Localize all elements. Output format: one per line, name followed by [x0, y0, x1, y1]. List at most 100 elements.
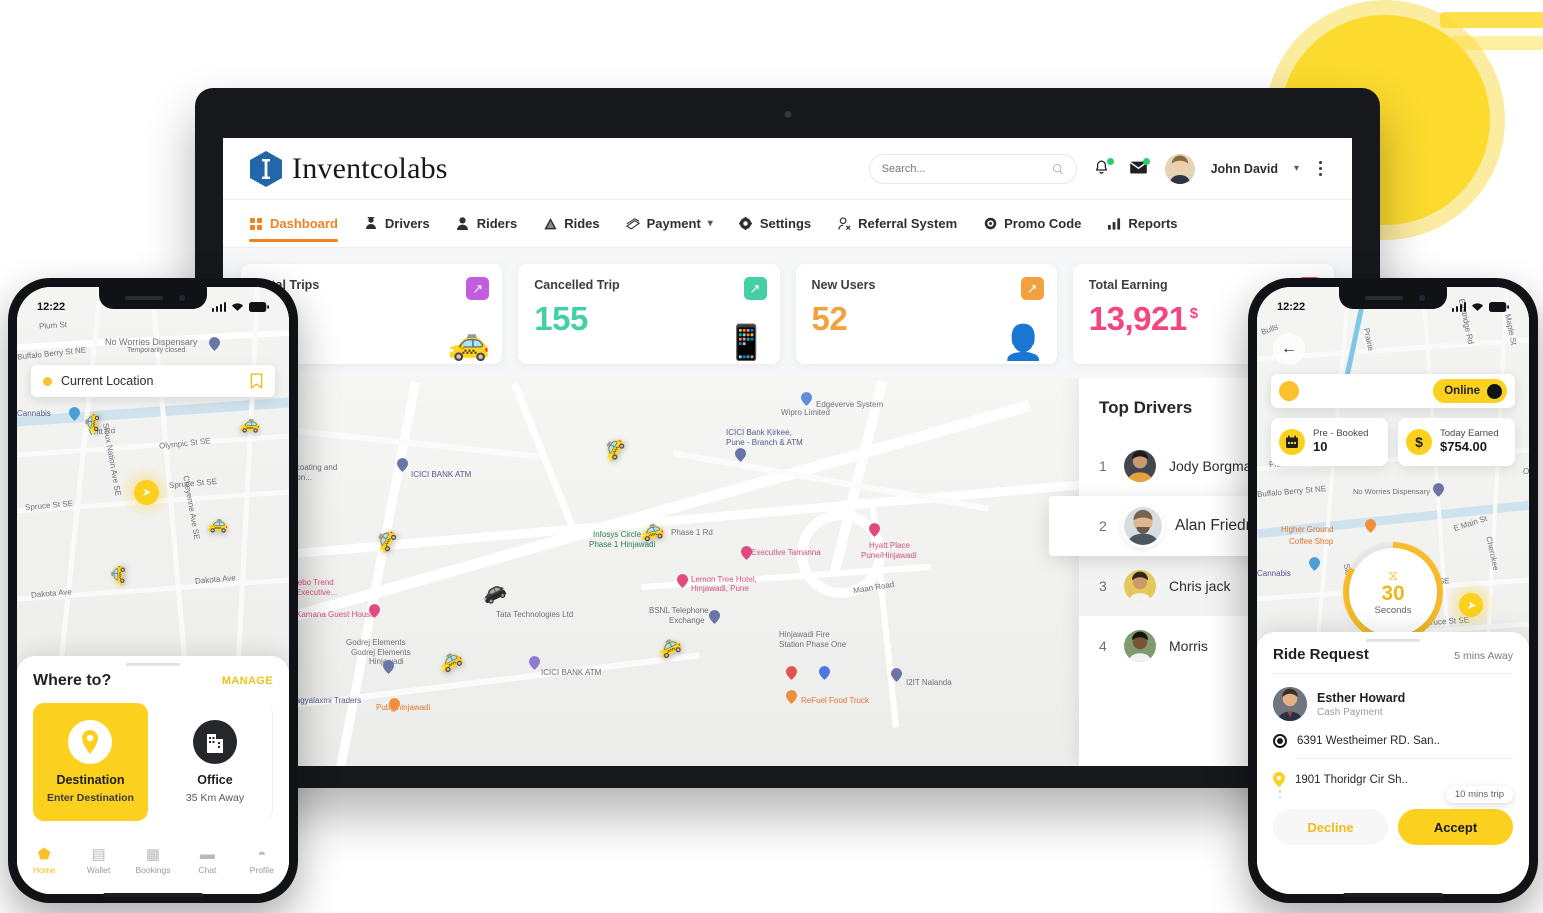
tab-label: Bookings: [135, 865, 171, 875]
map-label: Pubg hinjawadi: [376, 703, 431, 712]
map-label: Phase 1 Rd: [671, 528, 713, 537]
stat-label: Today Earned: [1440, 427, 1499, 439]
driver-stats-row: Pre - Booked 10 $ Today Earned $754.00: [1271, 418, 1515, 466]
pickup-row[interactable]: 6391 Westheimer RD. San..: [1273, 734, 1513, 748]
drag-handle[interactable]: [126, 663, 180, 666]
search-box[interactable]: [868, 153, 1077, 184]
wifi-icon: [1471, 303, 1484, 311]
driver-status-bar: Online: [1271, 374, 1515, 408]
bottom-tab-bar: ⬟ Home ▤ Wallet ▦ Bookings ▬ Chat ◓ Prof…: [17, 836, 289, 894]
map-pin-icon: [735, 448, 746, 462]
nav-item-riders[interactable]: Riders: [456, 200, 517, 248]
stat-card-title: New Users: [811, 278, 876, 292]
battery-icon: [249, 302, 269, 312]
online-toggle-label: Online: [1444, 385, 1480, 397]
tab-chat[interactable]: ▬ Chat: [183, 847, 231, 875]
stat-today-earned[interactable]: $ Today Earned $754.00: [1398, 418, 1515, 466]
user-icon: [456, 217, 470, 231]
nav-item-payment[interactable]: Payment ▾: [625, 200, 713, 248]
circle-dot-icon: [1273, 734, 1287, 748]
map-pin-icon: [709, 610, 720, 624]
driver-avatar: [1124, 630, 1156, 662]
map-pin-icon: [529, 656, 540, 670]
nav-item-settings[interactable]: Settings: [739, 200, 811, 248]
map-pin-icon: [677, 574, 688, 588]
driver-app-screen: Bulls Prairie Eastridge Rd Maple St Plum…: [1257, 287, 1529, 894]
nav-item-dashboard[interactable]: Dashboard: [249, 200, 338, 248]
user-avatar[interactable]: [1164, 153, 1195, 184]
wallet-icon: ▤: [91, 846, 106, 863]
nav-item-rides[interactable]: Rides: [543, 200, 600, 248]
map-label: Cannabis: [17, 409, 51, 418]
notification-badge: [1106, 157, 1114, 165]
stat-card-cancelled-trip[interactable]: Cancelled Trip 155 ↗ 📱: [518, 264, 780, 364]
timer-value: 30: [1381, 581, 1405, 605]
timer-unit: Seconds: [1374, 605, 1412, 617]
office-tile[interactable]: Office 35 Km Away: [157, 703, 273, 821]
destination-sub: Enter Destination: [47, 792, 134, 804]
laptop-camera-icon: [784, 111, 791, 118]
nav-item-drivers[interactable]: Drivers: [364, 200, 430, 248]
brand-logo[interactable]: Inventcolabs: [249, 150, 448, 188]
promo-icon: [983, 217, 997, 231]
main-nav: Dashboard Drivers Riders Rides Payment ▾…: [223, 200, 1352, 248]
office-title: Office: [197, 773, 233, 787]
stat-pre-booked[interactable]: Pre - Booked 10: [1271, 418, 1388, 466]
sun-ray-icon: [1450, 36, 1543, 50]
driver-avatar: [1124, 450, 1156, 482]
nav-label: Referral System: [858, 216, 958, 231]
map-label: Hinjawadi Fire: [779, 630, 830, 639]
tab-home[interactable]: ⬟ Home: [20, 847, 68, 875]
add-user-illustration-icon: 👤: [1002, 324, 1045, 362]
driver-name: Morris: [1169, 638, 1208, 654]
live-map[interactable]: Wipro Limited Electrocoating and Insulat…: [241, 378, 1334, 766]
chevron-down-icon[interactable]: ▾: [1294, 163, 1299, 174]
bookmark-icon[interactable]: [250, 373, 263, 389]
trip-duration-badge: 10 mins trip: [1445, 786, 1513, 803]
hourglass-icon: ⧖: [1388, 566, 1398, 583]
arrow-up-right-icon[interactable]: ↗: [1020, 277, 1044, 300]
nav-item-promo-code[interactable]: Promo Code: [983, 200, 1081, 248]
driver-rank: 4: [1099, 638, 1107, 654]
stat-card-new-users[interactable]: New Users 52 ↗ 👤: [795, 264, 1057, 364]
search-input[interactable]: [881, 162, 1052, 175]
map-label: Plum St: [38, 320, 68, 331]
map-label: Pune - Branch & ATM: [726, 438, 803, 447]
map-label: Edgeverve System: [816, 400, 884, 409]
decline-button[interactable]: Decline: [1273, 809, 1388, 845]
driver-rank: 2: [1099, 518, 1107, 534]
nav-item-referral-system[interactable]: Referral System: [837, 200, 957, 248]
current-location-bar[interactable]: Current Location: [31, 365, 275, 397]
drag-handle[interactable]: [1366, 639, 1420, 642]
tab-bookings[interactable]: ▦ Bookings: [129, 847, 177, 875]
stat-card-amount: 13,921: [1088, 300, 1187, 337]
map-label: Buffalo Berry St NE: [1257, 484, 1327, 499]
map-label: Exchange: [669, 616, 705, 625]
manage-button[interactable]: MANAGE: [222, 675, 273, 687]
arrow-up-right-icon[interactable]: ↗: [466, 277, 490, 300]
destination-tile[interactable]: Destination Enter Destination: [33, 703, 148, 821]
map-pin-icon: [786, 690, 797, 704]
more-vertical-icon[interactable]: [1315, 159, 1326, 178]
ride-request-title: Ride Request: [1273, 646, 1369, 663]
home-indicator: [103, 893, 203, 897]
nav-label: Rides: [564, 216, 600, 231]
arrow-up-right-icon[interactable]: ↗: [743, 277, 767, 300]
accept-button[interactable]: Accept: [1398, 809, 1513, 845]
map-label: ICICI Bank Kirkee,: [726, 428, 792, 437]
notification-bell-button[interactable]: [1093, 157, 1114, 179]
back-button[interactable]: ←: [1273, 333, 1305, 365]
map-pin-icon: [801, 392, 812, 406]
online-toggle[interactable]: Online: [1433, 379, 1507, 403]
tab-wallet[interactable]: ▤ Wallet: [75, 847, 123, 875]
tab-label: Wallet: [86, 865, 111, 875]
dropoff-row[interactable]: 1901 Thoridgr Cir Sh..: [1273, 772, 1513, 787]
nav-label: Promo Code: [1004, 216, 1082, 231]
nav-item-reports[interactable]: Reports: [1107, 200, 1178, 248]
tab-profile[interactable]: ◓ Profile: [238, 847, 286, 875]
nav-label: Payment: [646, 216, 701, 231]
messages-button[interactable]: [1129, 157, 1150, 179]
passenger-info: Esther Howard Cash Payment: [1273, 687, 1513, 721]
passenger-avatar: [1273, 687, 1307, 721]
stat-card-currency: $: [1189, 305, 1198, 322]
